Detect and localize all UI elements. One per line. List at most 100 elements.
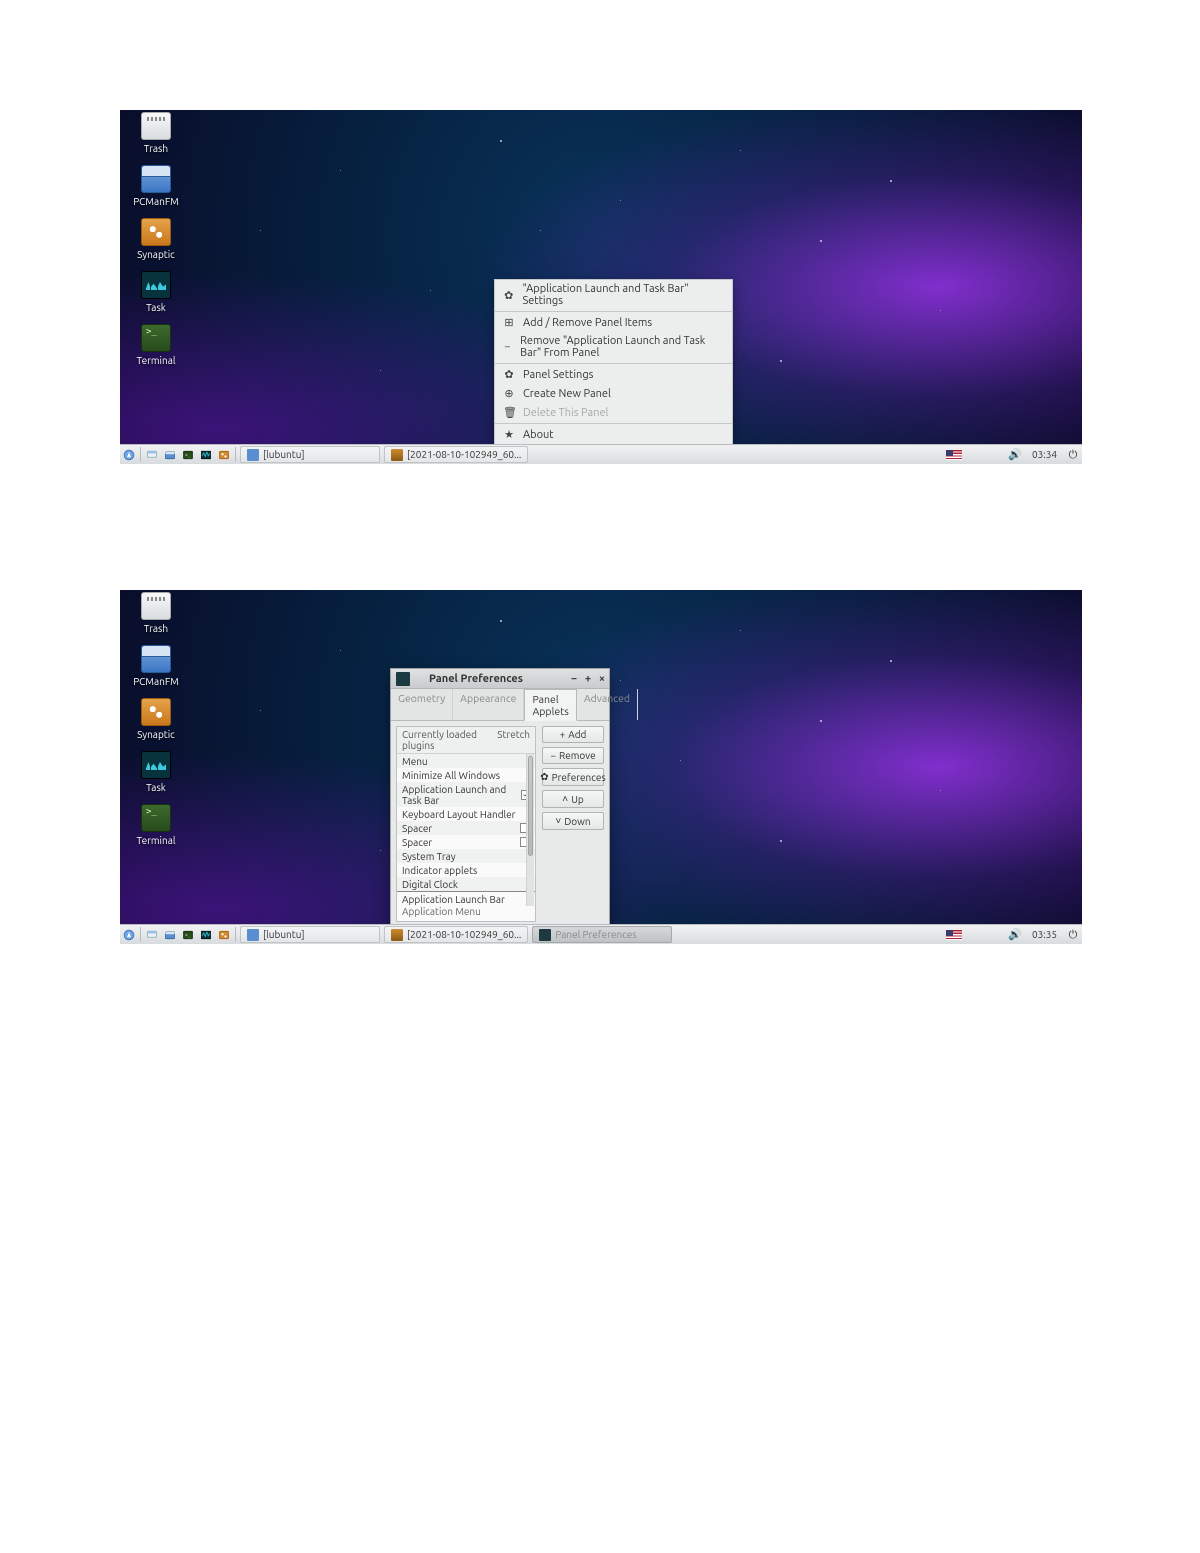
volume-indicator[interactable]: 🔊 bbox=[1005, 925, 1025, 944]
star-icon: ★ bbox=[503, 428, 515, 441]
button-label: Up bbox=[571, 794, 584, 805]
show-desktop-button[interactable] bbox=[143, 445, 161, 464]
plugin-row[interactable]: Minimize All Windows bbox=[397, 768, 535, 782]
plugin-row[interactable]: Application Launch Bar bbox=[397, 891, 535, 906]
separator bbox=[140, 927, 141, 942]
icon-label: Task bbox=[128, 302, 184, 313]
plugin-row[interactable]: System Tray bbox=[397, 849, 535, 863]
separator bbox=[140, 447, 141, 462]
context-item-panel-settings[interactable]: ✿Panel Settings bbox=[495, 365, 732, 384]
move-up-button[interactable]: ˄Up bbox=[542, 790, 604, 808]
icon-label: Synaptic bbox=[128, 729, 184, 740]
plugin-row[interactable]: Spacer bbox=[397, 835, 535, 849]
add-button[interactable]: +Add bbox=[542, 726, 604, 743]
trash-icon: 🗑 bbox=[503, 406, 515, 419]
plugin-row[interactable]: Spacer bbox=[397, 821, 535, 835]
tray-area bbox=[965, 445, 1005, 464]
desktop-icon-pcmanfm[interactable]: PCManFM bbox=[128, 645, 184, 687]
clock[interactable]: 03:34 bbox=[1025, 445, 1064, 464]
tray-area bbox=[965, 925, 1005, 944]
context-label: Create New Panel bbox=[523, 388, 611, 400]
taskbar: >_ [lubuntu] [2021-08-10-102949_60... Pa… bbox=[120, 924, 1082, 944]
desktop-icon-pcmanfm[interactable]: PCManFM bbox=[128, 165, 184, 207]
maximize-button[interactable]: + bbox=[581, 673, 595, 685]
scrollbar-thumb[interactable] bbox=[528, 756, 533, 856]
context-item-applet-settings[interactable]: ✿"Application Launch and Task Bar" Setti… bbox=[495, 280, 732, 310]
task-manager-launcher[interactable] bbox=[197, 445, 215, 464]
move-down-button[interactable]: ˅Down bbox=[542, 812, 604, 830]
volume-indicator[interactable]: 🔊 bbox=[1005, 445, 1025, 464]
plugin-row[interactable]: Indicator applets bbox=[397, 863, 535, 877]
tab-appearance[interactable]: Appearance bbox=[453, 689, 524, 720]
minimize-button[interactable]: − bbox=[567, 673, 581, 685]
power-button[interactable]: ⏻ bbox=[1064, 925, 1082, 944]
plugin-row[interactable]: Digital Clock bbox=[397, 877, 535, 891]
menu-button[interactable] bbox=[120, 925, 138, 944]
icon-label: PCManFM bbox=[128, 676, 184, 687]
context-item-remove-applet[interactable]: −Remove "Application Launch and Task Bar… bbox=[495, 332, 732, 362]
plus-icon: ⊕ bbox=[503, 387, 515, 400]
separator bbox=[495, 363, 732, 364]
keyboard-layout-indicator[interactable] bbox=[943, 445, 965, 464]
task-label: [lubuntu] bbox=[263, 929, 305, 940]
icon-label: Terminal bbox=[128, 355, 184, 366]
folder-icon bbox=[141, 645, 171, 673]
desktop-icon-trash[interactable]: Trash bbox=[128, 592, 184, 634]
desktop-icon-task[interactable]: Task bbox=[128, 271, 184, 313]
task-label: [2021-08-10-102949_60... bbox=[407, 449, 521, 460]
context-label: Remove "Application Launch and Task Bar"… bbox=[520, 335, 722, 359]
desktop-icon-terminal[interactable]: Terminal bbox=[128, 324, 184, 366]
menu-button[interactable] bbox=[120, 445, 138, 464]
context-item-add-remove[interactable]: ⊞Add / Remove Panel Items bbox=[495, 313, 732, 332]
clock-label: 03:34 bbox=[1032, 449, 1057, 460]
context-item-delete-panel: 🗑Delete This Panel bbox=[495, 403, 732, 422]
taskbar-task-filemanager[interactable]: [lubuntu] bbox=[240, 446, 380, 463]
taskbar-task-panel-prefs[interactable]: Panel Preferences bbox=[532, 926, 672, 943]
remove-button[interactable]: −Remove bbox=[542, 747, 604, 764]
minus-icon: − bbox=[550, 750, 556, 761]
desktop-icon-terminal[interactable]: Terminal bbox=[128, 804, 184, 846]
icon-label: Synaptic bbox=[128, 249, 184, 260]
tab-panel-applets[interactable]: Panel Applets bbox=[524, 689, 576, 721]
tab-advanced[interactable]: Advanced bbox=[577, 689, 638, 720]
desktop-icon-synaptic[interactable]: Synaptic bbox=[128, 218, 184, 260]
task-manager-launcher[interactable] bbox=[197, 925, 215, 944]
preferences-button[interactable]: ✿Preferences bbox=[542, 768, 604, 786]
plugin-row[interactable]: Menu bbox=[397, 754, 535, 768]
plugin-list[interactable]: Currently loaded plugins Stretch Menu Mi… bbox=[396, 726, 536, 922]
taskbar-task-filemanager[interactable]: [lubuntu] bbox=[240, 926, 380, 943]
chevron-up-icon: ˄ bbox=[562, 793, 568, 805]
pcmanfm-launcher[interactable] bbox=[161, 925, 179, 944]
titlebar[interactable]: Panel Preferences − + × bbox=[391, 669, 609, 689]
trash-icon bbox=[141, 592, 171, 620]
terminal-launcher[interactable]: >_ bbox=[179, 925, 197, 944]
plugin-name: Minimize All Windows bbox=[402, 770, 500, 781]
show-desktop-button[interactable] bbox=[143, 925, 161, 944]
task-manager-icon bbox=[141, 751, 171, 779]
context-item-create-panel[interactable]: ⊕ Create New Panel bbox=[495, 384, 732, 403]
clock[interactable]: 03:35 bbox=[1025, 925, 1064, 944]
terminal-launcher[interactable]: >_ bbox=[179, 445, 197, 464]
pcmanfm-launcher[interactable] bbox=[161, 445, 179, 464]
plugin-row[interactable]: Application Launch and Task Bar✓ bbox=[397, 782, 535, 807]
desktop-icon-trash[interactable]: Trash bbox=[128, 112, 184, 154]
power-button[interactable]: ⏻ bbox=[1064, 445, 1082, 464]
keyboard-layout-indicator[interactable] bbox=[943, 925, 965, 944]
tab-geometry[interactable]: Geometry bbox=[391, 689, 453, 720]
icon-label: Terminal bbox=[128, 835, 184, 846]
button-label: Down bbox=[564, 816, 590, 827]
context-item-about[interactable]: ★About bbox=[495, 425, 732, 444]
power-icon: ⏻ bbox=[1069, 448, 1078, 462]
synaptic-launcher[interactable] bbox=[215, 445, 233, 464]
image-icon bbox=[391, 449, 403, 461]
close-button[interactable]: × bbox=[595, 673, 609, 685]
plugin-row[interactable]: Keyboard Layout Handler bbox=[397, 807, 535, 821]
desktop-icon-synaptic[interactable]: Synaptic bbox=[128, 698, 184, 740]
folder-icon bbox=[247, 449, 259, 461]
taskbar-task-image[interactable]: [2021-08-10-102949_60... bbox=[384, 926, 528, 943]
gear-icon: ✿ bbox=[503, 368, 515, 381]
synaptic-launcher[interactable] bbox=[215, 925, 233, 944]
scrollbar[interactable] bbox=[526, 754, 534, 906]
desktop-icon-task[interactable]: Task bbox=[128, 751, 184, 793]
taskbar-task-image[interactable]: [2021-08-10-102949_60... bbox=[384, 446, 528, 463]
